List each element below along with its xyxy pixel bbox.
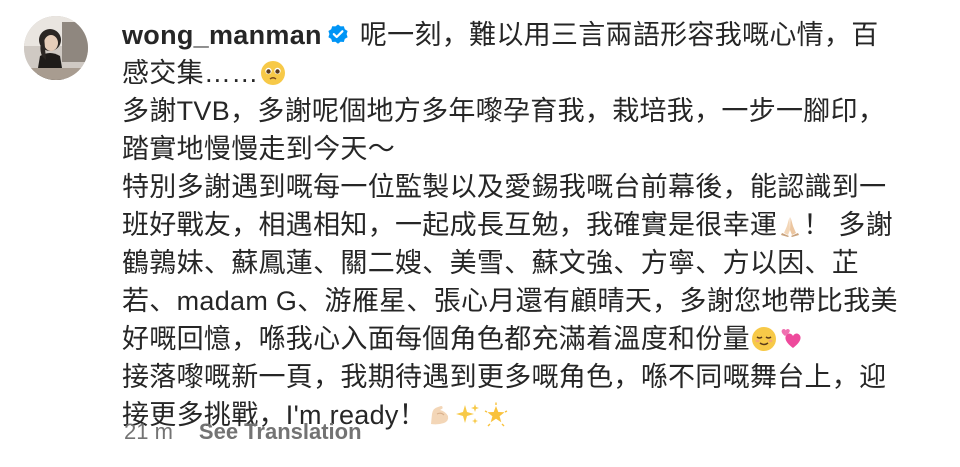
- folded-hands-icon: [781, 217, 800, 237]
- username[interactable]: wong_manman: [122, 20, 322, 50]
- comment-meta: 21 m See Translation: [124, 419, 362, 445]
- comment-text-line-4: 踏實地慢慢走到今天～: [122, 134, 395, 164]
- timestamp[interactable]: 21 m: [124, 419, 173, 445]
- glowing-star-icon: [484, 402, 508, 427]
- avatar[interactable]: [24, 16, 88, 80]
- relieved-face-icon: [751, 327, 776, 351]
- comment-line-9: 好嘅回憶，喺我心入面每個角色都充滿着溫度和份量: [122, 320, 924, 358]
- see-translation-button[interactable]: See Translation: [199, 419, 362, 445]
- comment-text-line-9: 好嘅回憶，喺我心入面每個角色都充滿着溫度和份量: [122, 324, 750, 354]
- comment-text-line-6b: ！ 多謝: [803, 210, 893, 240]
- comment-text-line-5: 特別多謝遇到嘅每一位監製以及愛錫我嘅台前幕後，能認識到一: [122, 172, 887, 202]
- two-hearts-icon: [781, 328, 801, 348]
- comment-text-line-1: 呢一刻，難以用三言兩語形容我嘅心情，百: [359, 20, 879, 50]
- verified-badge-icon: [328, 24, 348, 44]
- pleading-face-icon: [260, 61, 285, 85]
- flexed-biceps-icon: [431, 406, 449, 425]
- comment: wong_manman 呢一刻，難以用三言兩語形容我嘅心情，百 感交集…… 多謝…: [24, 16, 924, 434]
- sparkles-icon: [456, 404, 479, 424]
- comment-text-line-10: 接落嚟嘅新一頁，我期待遇到更多嘅角色，喺不同嘅舞台上，迎: [122, 362, 887, 392]
- comment-text-line-3: 多謝TVB，多謝呢個地方多年嚟孕育我，栽培我，一步一腳印，: [122, 96, 886, 126]
- comment-body: wong_manman 呢一刻，難以用三言兩語形容我嘅心情，百 感交集…… 多謝…: [122, 16, 924, 434]
- comment-line-2: 感交集……: [122, 54, 924, 92]
- comment-line-1: wong_manman 呢一刻，難以用三言兩語形容我嘅心情，百: [122, 16, 924, 54]
- comment-text-line-2: 感交集……: [122, 58, 259, 88]
- avatar-image: [24, 16, 88, 80]
- comment-line-6: 班好戰友，相遇相知，一起成長互勉，我確實是很幸運 ！ 多謝: [122, 206, 924, 244]
- comment-text-line-8: 若、madam G、游雁星、張心月還有顧晴天，多謝您地帶比我美: [122, 286, 898, 316]
- comment-text-line-6: 班好戰友，相遇相知，一起成長互勉，我確實是很幸運: [122, 210, 778, 240]
- comment-text-line-7: 鶴鶉妹、蘇鳳蓮、關二嫂、美雪、蘇文強、方寧、方以因、芷: [122, 248, 860, 278]
